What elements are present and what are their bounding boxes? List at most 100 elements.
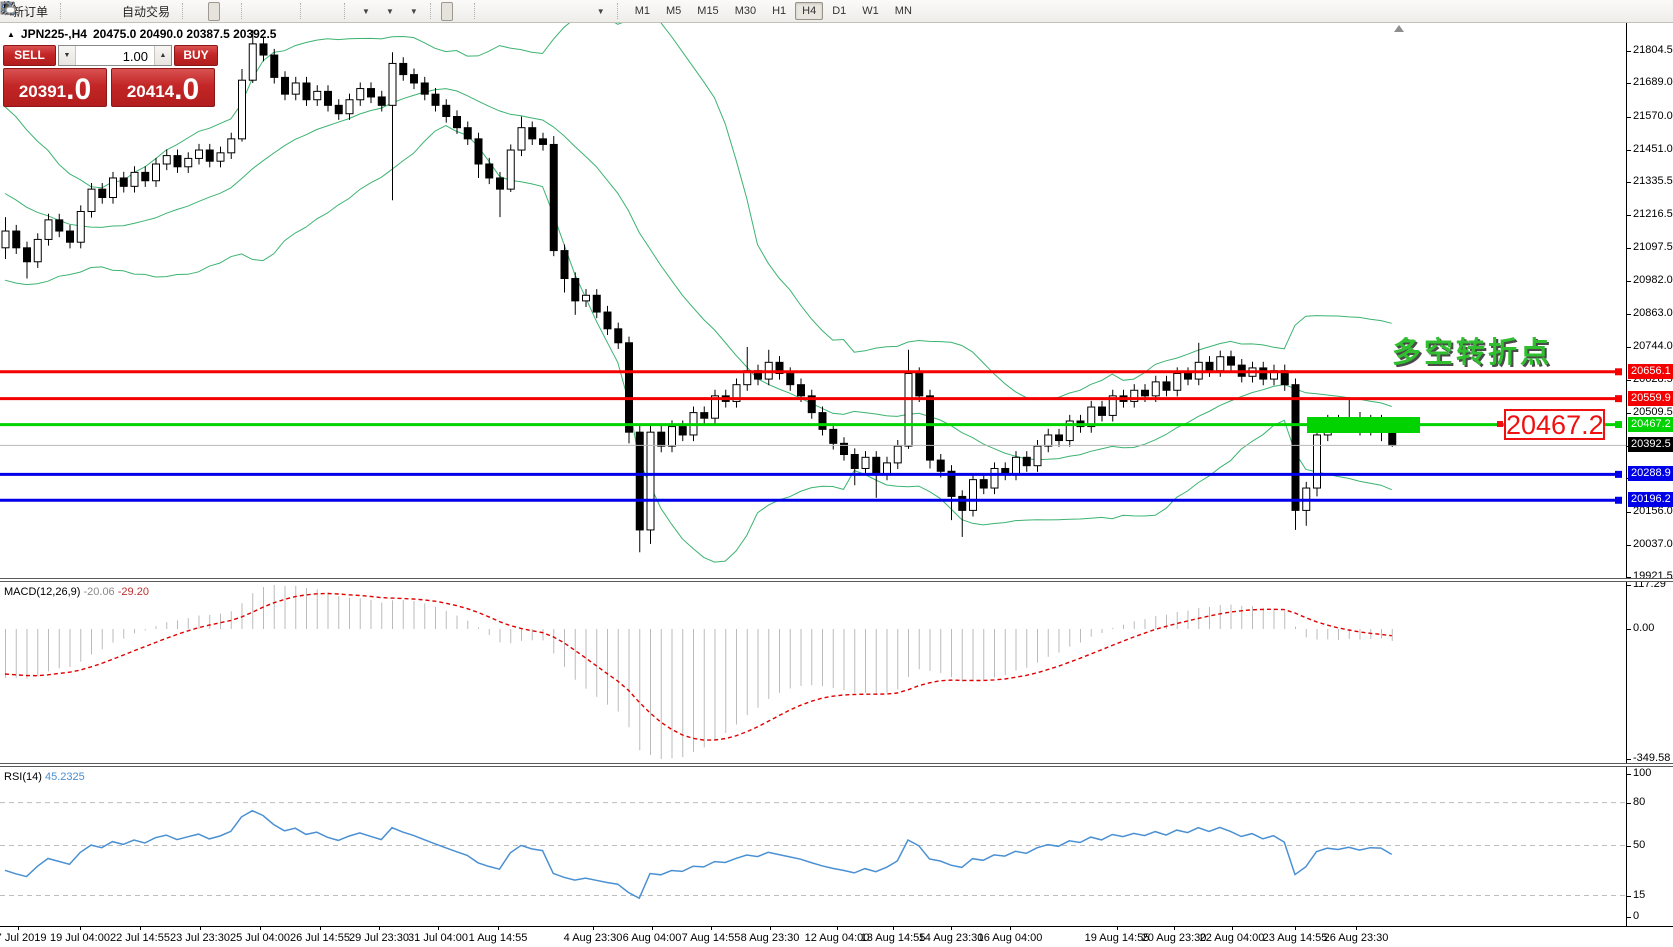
- timeframe-m30[interactable]: M30: [728, 2, 763, 20]
- ohlc-values: 20475.0 20490.0 20387.5 20392.5: [93, 27, 277, 41]
- sell-price-base: 20391: [19, 79, 66, 105]
- profile-button[interactable]: [71, 2, 83, 21]
- vertical-line-button[interactable]: [485, 2, 497, 21]
- one-click-trading-panel: SELL ▼ 1.00 ▲ BUY 20391.0 20414.0: [3, 45, 218, 107]
- price-axis[interactable]: 21804.521689.021570.021451.021335.521216…: [1627, 23, 1673, 926]
- time-tick-label: 25 Jul 04:00: [230, 932, 290, 944]
- buy-price-button[interactable]: 20414.0: [111, 68, 215, 107]
- rsi-axis-label: 0: [1633, 910, 1639, 922]
- price-badge: 20392.5: [1628, 437, 1673, 452]
- toolbar-separator: [430, 3, 435, 19]
- macd-label: MACD(12,26,9) -20.06 -29.20: [4, 586, 149, 598]
- time-tick-label: 6 Aug 04:00: [623, 932, 682, 944]
- symbol-ohlc-line: ▲ JPN225-,H4 20475.0 20490.0 20387.5 203…: [7, 27, 276, 41]
- sell-price-button[interactable]: 20391.0: [3, 68, 107, 107]
- candlestick-chart-button[interactable]: [208, 2, 220, 21]
- time-axis[interactable]: 17 Jul 201919 Jul 04:0022 Jul 14:5523 Ju…: [0, 926, 1673, 947]
- time-tick-mark: [593, 927, 594, 930]
- toolbar-separator: [474, 3, 479, 19]
- time-tick-label: 16 Aug 04:00: [978, 932, 1043, 944]
- price-axis-line: [1626, 23, 1627, 926]
- time-tick-label: 7 Aug 14:55: [682, 932, 741, 944]
- trendline-button[interactable]: [515, 2, 527, 21]
- price-tick-label: 21335.5: [1633, 175, 1673, 187]
- price-callout-box[interactable]: 20467.2: [1504, 409, 1605, 440]
- collapse-panel-arrow[interactable]: ▲: [7, 30, 15, 39]
- cursor-button[interactable]: [441, 2, 453, 21]
- timeframe-d1[interactable]: D1: [825, 2, 853, 20]
- pane-splitter[interactable]: [0, 763, 1673, 767]
- text-button[interactable]: A: [560, 2, 572, 21]
- time-tick-mark: [498, 927, 499, 930]
- timeframe-m15[interactable]: M15: [690, 2, 725, 20]
- buy-button[interactable]: BUY: [174, 45, 218, 66]
- time-tick-label: 23 Aug 14:55: [1263, 932, 1328, 944]
- equidistant-channel-button[interactable]: E: [530, 2, 542, 21]
- timeframe-mn[interactable]: MN: [888, 2, 919, 20]
- zoom-out-button[interactable]: [267, 2, 279, 21]
- chart-shift-button[interactable]: [326, 2, 338, 21]
- timeframe-h1[interactable]: H1: [765, 2, 793, 20]
- time-tick-label: 23 Jul 23:30: [170, 932, 230, 944]
- time-tick-label: 4 Aug 23:30: [564, 932, 623, 944]
- charts-window-button[interactable]: [86, 2, 98, 21]
- toolbar-separator: [300, 3, 305, 19]
- time-tick-mark: [652, 927, 653, 930]
- text-label-button[interactable]: T: [575, 2, 587, 21]
- main-chart-pane[interactable]: [0, 23, 1626, 578]
- arrows-button[interactable]: ▼: [590, 2, 611, 21]
- timeframe-m5[interactable]: M5: [659, 2, 688, 20]
- timeframe-group: M1M5M15M30H1H4D1W1MN: [628, 2, 919, 20]
- time-tick-mark: [140, 927, 141, 930]
- volume-value[interactable]: 1.00: [76, 46, 154, 65]
- buy-price-base: 20414: [127, 79, 174, 105]
- tile-windows-button[interactable]: [282, 2, 294, 21]
- rsi-line: [5, 811, 1392, 899]
- macd-signal-value: -29.20: [118, 586, 149, 598]
- chart-shift-marker[interactable]: [1394, 25, 1404, 32]
- signal-button[interactable]: [101, 2, 113, 21]
- fibonacci-button[interactable]: F: [545, 2, 557, 21]
- zoom-in-button[interactable]: [252, 2, 264, 21]
- candlestick-chart[interactable]: [0, 23, 1626, 578]
- bar-chart-button[interactable]: [193, 2, 205, 21]
- volume-increase-button[interactable]: ▲: [154, 46, 171, 65]
- toolbar-separator: [182, 3, 187, 19]
- horizontal-line-button[interactable]: [500, 2, 512, 21]
- crosshair-button[interactable]: [456, 2, 468, 21]
- green-zone-rectangle: [1307, 417, 1420, 433]
- timeframe-m1[interactable]: M1: [628, 2, 657, 20]
- timeframe-w1[interactable]: W1: [855, 2, 886, 20]
- time-tick-mark: [711, 927, 712, 930]
- price-tick-label: 21570.0: [1633, 110, 1673, 122]
- price-tick-label: 20037.0: [1633, 538, 1673, 550]
- time-tick-mark: [1295, 927, 1296, 930]
- time-tick-mark: [770, 927, 771, 930]
- macd-pane[interactable]: MACD(12,26,9) -20.06 -29.20: [0, 582, 1626, 763]
- time-tick-label: 22 Aug 04:00: [1200, 932, 1265, 944]
- time-tick-label: 22 Jul 14:55: [110, 932, 170, 944]
- line-chart-button[interactable]: [223, 2, 235, 21]
- price-badge: 20656.1: [1628, 364, 1673, 379]
- chat-icon[interactable]: [0, 0, 16, 16]
- auto-scroll-button[interactable]: [311, 2, 323, 21]
- time-tick-mark: [379, 927, 380, 930]
- templates-button[interactable]: ▼: [403, 2, 424, 21]
- rsi-chart[interactable]: [0, 767, 1626, 926]
- rsi-pane[interactable]: RSI(14) 45.2325: [0, 767, 1626, 926]
- macd-signal-line: [5, 594, 1392, 741]
- timeframe-h4[interactable]: H4: [795, 2, 823, 20]
- price-tick-label: 21689.0: [1633, 76, 1673, 88]
- time-tick-label: 8 Aug 23:30: [741, 932, 800, 944]
- pane-splitter[interactable]: [0, 578, 1673, 582]
- volume-decrease-button[interactable]: ▼: [59, 46, 76, 65]
- turning-point-annotation[interactable]: 多空转折点: [1392, 329, 1552, 371]
- toolbar-separator: [60, 3, 65, 19]
- macd-chart[interactable]: [0, 582, 1626, 763]
- indicators-button[interactable]: ▼: [355, 2, 376, 21]
- sell-button[interactable]: SELL: [3, 45, 56, 66]
- periods-button[interactable]: ▼: [379, 2, 400, 21]
- time-tick-mark: [893, 927, 894, 930]
- time-tick-mark: [1356, 927, 1357, 930]
- auto-trading-button[interactable]: 自动交易: [116, 2, 176, 21]
